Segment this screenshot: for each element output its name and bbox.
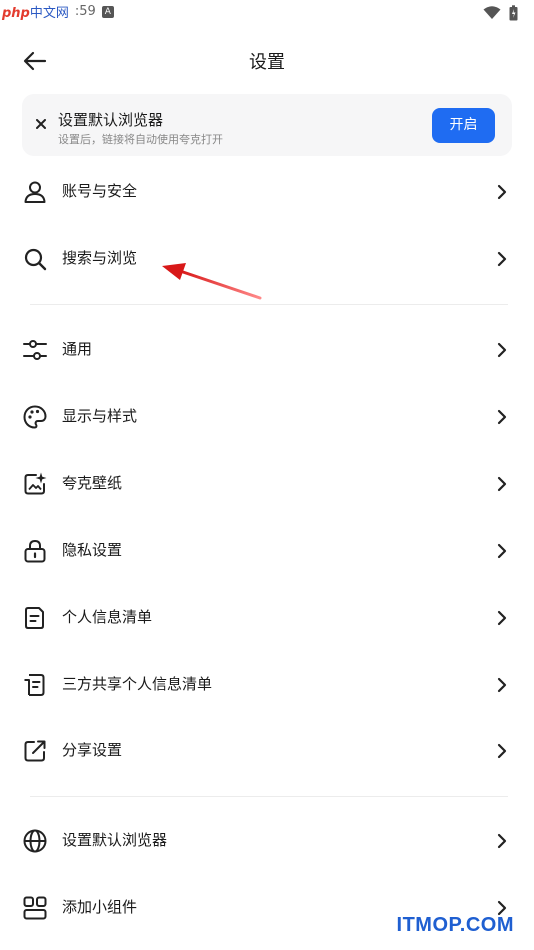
enable-button[interactable]: 开启 (432, 108, 495, 143)
settings-item-general[interactable]: 通用 (0, 320, 534, 380)
battery-icon (509, 5, 518, 21)
chevron-right-icon (496, 249, 508, 269)
chevron-right-icon (496, 541, 508, 561)
lock-icon (22, 538, 48, 564)
widgets-icon (22, 895, 48, 921)
settings-item-label: 个人信息清单 (62, 608, 153, 626)
settings-item-display-style[interactable]: 显示与样式 (0, 387, 534, 447)
banner-subtitle: 设置后，链接将自动使用夸克打开 (58, 133, 223, 146)
settings-item-default-browser[interactable]: 设置默认浏览器 (0, 811, 534, 871)
settings-item-label: 搜索与浏览 (62, 249, 138, 267)
chevron-right-icon (496, 831, 508, 851)
annotation-arrow (162, 263, 262, 300)
settings-item-wallpaper[interactable]: 夸克壁纸 (0, 454, 534, 514)
share-icon (22, 738, 48, 764)
settings-item-label: 夸克壁纸 (62, 474, 123, 492)
wifi-icon (483, 6, 501, 20)
settings-item-label: 三方共享个人信息清单 (62, 675, 213, 693)
watermark: ITMOP.COM (396, 914, 514, 936)
chevron-right-icon (496, 608, 508, 628)
settings-item-label: 显示与样式 (62, 407, 138, 425)
status-time: :59 (74, 4, 96, 19)
settings-item-label: 通用 (62, 340, 93, 358)
sliders-icon (22, 337, 48, 363)
section-divider (30, 304, 508, 305)
status-left: php中文网 :59 A (2, 2, 114, 21)
settings-item-privacy[interactable]: 隐私设置 (0, 521, 534, 581)
status-bar: php中文网 :59 A (0, 0, 534, 28)
shared-document-icon (22, 672, 48, 698)
settings-item-account-security[interactable]: 账号与安全 (0, 162, 534, 222)
settings-item-label: 设置默认浏览器 (62, 831, 168, 849)
chevron-right-icon (496, 675, 508, 695)
page-title: 设置 (249, 52, 285, 73)
settings-item-share[interactable]: 分享设置 (0, 721, 534, 781)
chevron-right-icon (496, 340, 508, 360)
notification-badge: A (101, 5, 114, 18)
site-logo: php中文网 (2, 6, 69, 21)
settings-item-label: 隐私设置 (62, 541, 123, 559)
search-icon (22, 246, 48, 272)
user-icon (22, 179, 48, 205)
chevron-right-icon (496, 741, 508, 761)
settings-item-label: 添加小组件 (62, 898, 138, 916)
chevron-right-icon (496, 474, 508, 494)
document-icon (22, 605, 48, 631)
status-right (483, 5, 518, 21)
chevron-right-icon (496, 407, 508, 427)
chevron-right-icon (496, 182, 508, 202)
close-icon[interactable] (31, 114, 51, 134)
settings-item-label: 账号与安全 (62, 182, 138, 200)
section-divider (30, 796, 508, 797)
banner-title: 设置默认浏览器 (58, 111, 164, 129)
settings-item-third-party-info-list[interactable]: 三方共享个人信息清单 (0, 655, 534, 715)
default-browser-banner: 设置默认浏览器 设置后，链接将自动使用夸克打开 开启 (22, 94, 512, 156)
globe-icon (22, 828, 48, 854)
settings-item-personal-info-list[interactable]: 个人信息清单 (0, 588, 534, 648)
wallpaper-icon (22, 471, 48, 497)
app-bar: 设置 (0, 30, 534, 88)
palette-icon (22, 404, 48, 430)
settings-item-label: 分享设置 (62, 741, 123, 759)
